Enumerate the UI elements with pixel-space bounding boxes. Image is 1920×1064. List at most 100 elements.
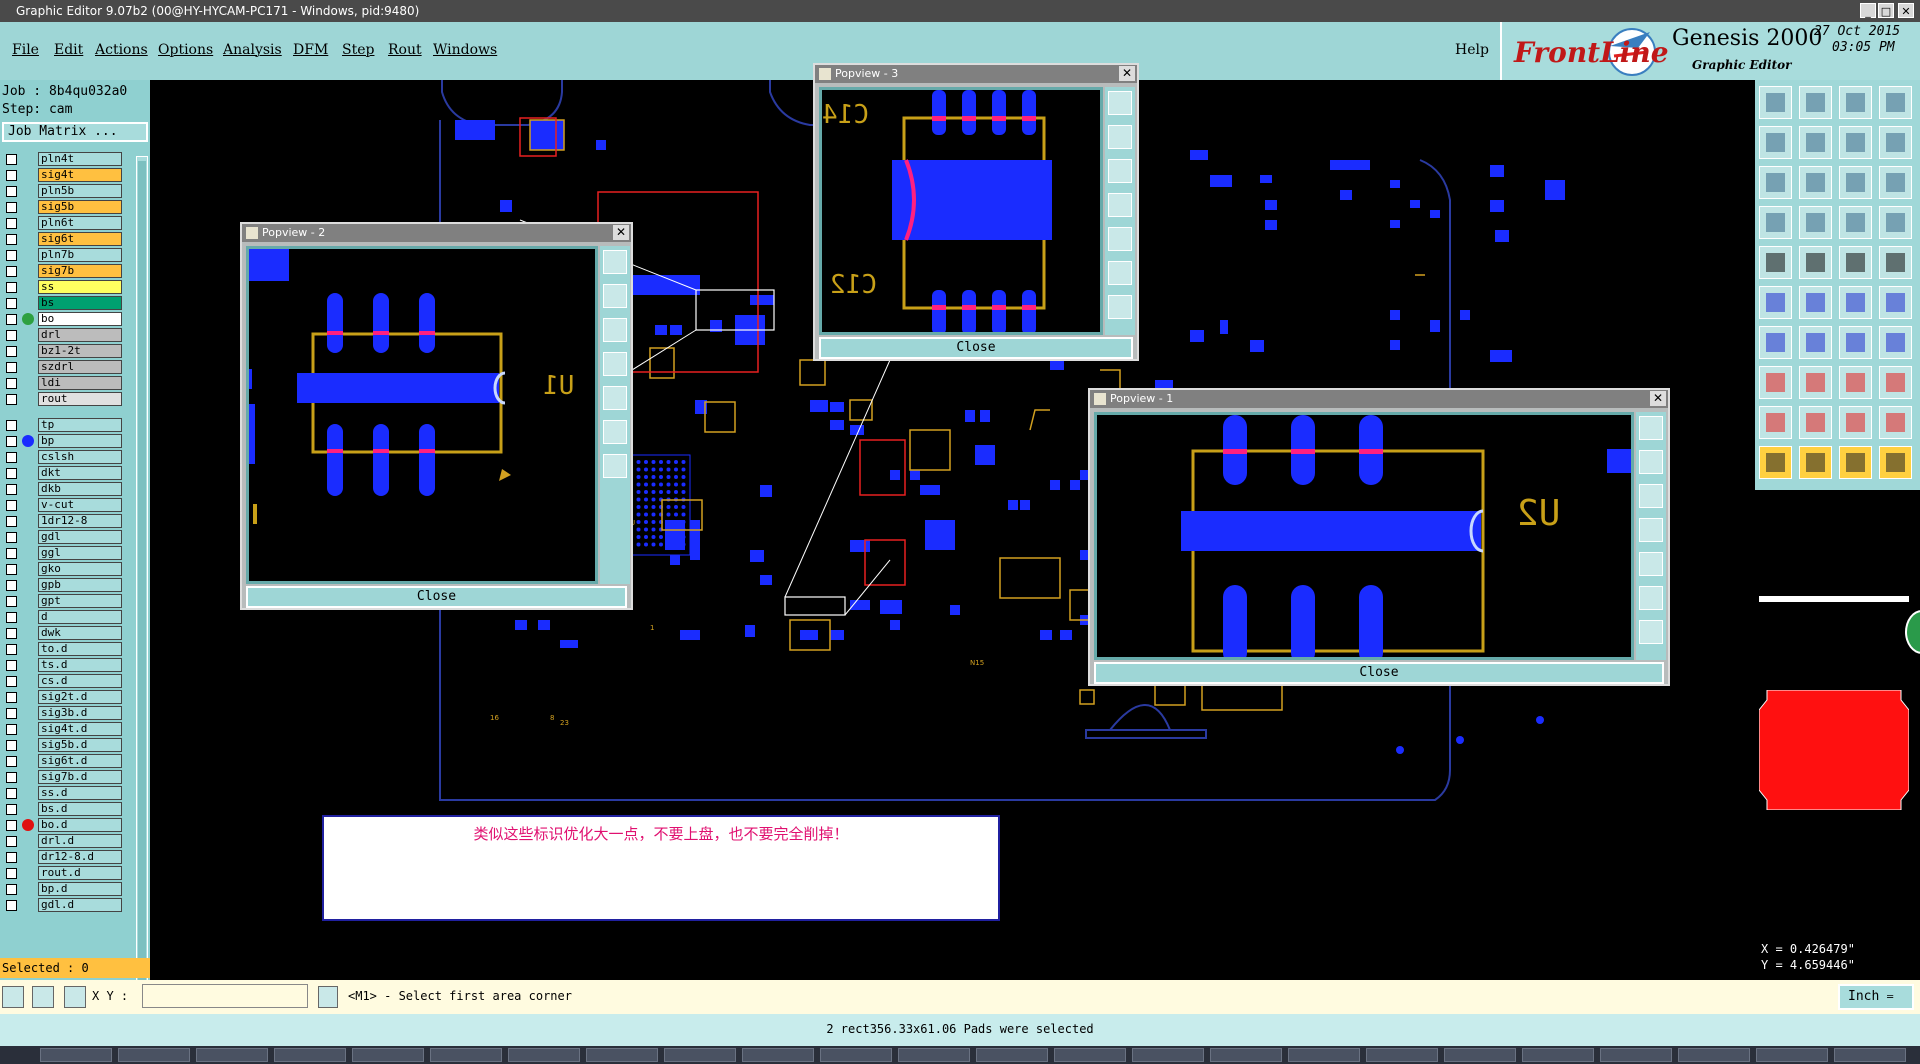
layer-row[interactable]: sig4t [4,168,122,182]
move-icon[interactable] [1759,366,1792,399]
menu-file[interactable]: File [12,42,39,58]
stretch-icon[interactable] [1839,366,1872,399]
feature-icon[interactable] [1799,246,1832,279]
layer-row[interactable]: dr12-8.d [4,850,122,864]
layer-checkbox[interactable] [6,868,17,879]
taskbar-item[interactable] [820,1048,892,1062]
layer-row[interactable]: gdl [4,530,122,544]
curve-icon[interactable] [1839,326,1872,359]
layer-name[interactable]: sig6t.d [38,754,122,768]
layer-row[interactable]: szdrl [4,360,122,374]
zoom-out-icon[interactable] [603,318,627,342]
layer-checkbox[interactable] [6,564,17,575]
layer-row[interactable]: sig2t.d [4,690,122,704]
layer-name[interactable]: bo.d [38,818,122,832]
layer-icon[interactable] [1879,86,1912,119]
home-icon[interactable] [1839,86,1872,119]
layer-name[interactable]: bs [38,296,122,310]
layer-row[interactable]: tp [4,418,122,432]
layer-row[interactable]: bp [4,434,122,448]
menu-edit[interactable]: Edit [54,42,83,58]
layer-name[interactable]: dkb [38,482,122,496]
move-icon[interactable] [1639,620,1663,644]
triangle-c-icon[interactable] [1839,406,1872,439]
layer-name[interactable]: to.d [38,642,122,656]
snap-icon[interactable] [2,986,24,1008]
keyboard-icon[interactable] [318,986,338,1008]
connect-icon[interactable] [1839,286,1872,319]
layer-name[interactable]: sig4t [38,168,122,182]
minimize-button[interactable]: _ [1860,3,1876,18]
layer-name[interactable]: drl.d [38,834,122,848]
layer-checkbox[interactable] [6,452,17,463]
layer-row[interactable]: gdl.d [4,898,122,912]
layer-row[interactable]: dkb [4,482,122,496]
measure-icon[interactable] [32,986,54,1008]
layer-name[interactable]: cs.d [38,674,122,688]
pointer-move-icon[interactable] [1839,446,1872,479]
layer-name[interactable]: rout.d [38,866,122,880]
layer-name[interactable]: sig7b.d [38,770,122,784]
draw-line-icon[interactable] [1799,326,1832,359]
layer-row[interactable]: pln5b [4,184,122,198]
layer-row[interactable]: gko [4,562,122,576]
layer-name[interactable]: 1dr12-8 [38,514,122,528]
layer-checkbox[interactable] [6,346,17,357]
pan-icon[interactable] [1108,193,1132,217]
layer-checkbox[interactable] [6,628,17,639]
grid-icon[interactable] [64,986,86,1008]
layer-row[interactable]: ss [4,280,122,294]
layer-name[interactable]: ts.d [38,658,122,672]
zoom-home-icon[interactable] [1639,416,1663,440]
menu-dfm[interactable]: DFM [293,42,328,58]
taskbar-item[interactable] [742,1048,814,1062]
layer-name[interactable]: sig2t.d [38,690,122,704]
line-edit-icon[interactable] [1759,326,1792,359]
taskbar-item[interactable] [1678,1048,1750,1062]
layer-name[interactable]: gpt [38,594,122,608]
layer-name[interactable]: gko [38,562,122,576]
pan-icon[interactable] [603,352,627,376]
menu-windows[interactable]: Windows [433,42,497,58]
arc-icon[interactable] [1759,286,1792,319]
menu-rout[interactable]: Rout [388,42,422,58]
taskbar-item[interactable] [898,1048,970,1062]
triangle-a-icon[interactable] [1759,406,1792,439]
layer-name[interactable]: rout [38,392,122,406]
copy-icon[interactable] [1759,126,1792,159]
center-icon[interactable] [603,420,627,444]
job-matrix-button[interactable]: Job Matrix ... [2,122,148,142]
layer-checkbox[interactable] [6,692,17,703]
layer-row[interactable]: ldi [4,376,122,390]
layer-row[interactable]: drl.d [4,834,122,848]
layer-checkbox[interactable] [6,644,17,655]
layer-name[interactable]: ss [38,280,122,294]
layer-list-scrollbar[interactable] [136,156,148,1030]
filter-icon[interactable] [1879,206,1912,239]
scale-icon[interactable] [1839,166,1872,199]
layer-checkbox[interactable] [6,154,17,165]
layer-checkbox[interactable] [6,580,17,591]
taskbar-item[interactable] [976,1048,1048,1062]
layer-checkbox[interactable] [6,708,17,719]
layer-row[interactable]: sig4t.d [4,722,122,736]
layer-name[interactable]: dwk [38,626,122,640]
layer-row[interactable]: 1dr12-8 [4,514,122,528]
pan-icon[interactable] [1639,518,1663,542]
pointer-icon[interactable] [1759,446,1792,479]
move-icon[interactable] [603,454,627,478]
layer-checkbox[interactable] [6,394,17,405]
layer-checkbox[interactable] [6,234,17,245]
taskbar-item[interactable] [352,1048,424,1062]
layer-checkbox[interactable] [6,468,17,479]
layer-checkbox[interactable] [6,756,17,767]
taskbar-item[interactable] [1834,1048,1906,1062]
trim-icon[interactable] [1799,366,1832,399]
layer-checkbox[interactable] [6,724,17,735]
fit-icon[interactable] [1108,227,1132,251]
menu-options[interactable]: Options [158,42,213,58]
layer-checkbox[interactable] [6,596,17,607]
taskbar-item[interactable] [1054,1048,1126,1062]
layer-checkbox[interactable] [6,170,17,181]
layer-row[interactable]: cslsh [4,450,122,464]
